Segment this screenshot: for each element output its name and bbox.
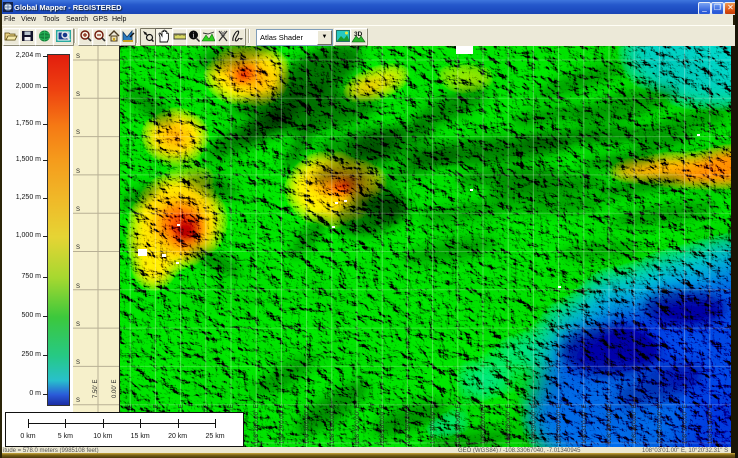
svg-text:108°29'0.00" E: 108°29'0.00" E <box>657 404 663 444</box>
svg-text:108°31'0.00" E: 108°31'0.00" E <box>708 404 714 444</box>
svg-text:0.00' E: 0.00' E <box>112 380 118 399</box>
svg-text:108°31'0.00" E: 108°31'0.00" E <box>330 404 336 444</box>
svg-text:108°32'0.00" E: 108°32'0.00" E <box>481 404 487 444</box>
svg-text:108°29'0.00" E: 108°29'0.00" E <box>531 404 537 444</box>
svg-text:108°29'0.00" E: 108°29'0.00" E <box>279 404 285 444</box>
svg-text:S: S <box>76 360 80 366</box>
svg-text:108°32'0.00" E: 108°32'0.00" E <box>355 404 361 444</box>
svg-text:108°30'0.00" E: 108°30'0.00" E <box>683 404 689 444</box>
svg-text:108°32'0.00" E: 108°32'0.00" E <box>607 404 613 444</box>
svg-text:S: S <box>76 92 80 98</box>
svg-text:S: S <box>76 54 80 60</box>
svg-text:S: S <box>76 169 80 175</box>
svg-text:108°28'0.00" E: 108°28'0.00" E <box>254 404 260 444</box>
svg-text:108°31'0.00" E: 108°31'0.00" E <box>456 404 462 444</box>
svg-text:S: S <box>76 398 80 404</box>
svg-text:7.50' E: 7.50' E <box>93 380 99 399</box>
svg-text:S: S <box>76 284 80 290</box>
svg-text:108°30'0.00" E: 108°30'0.00" E <box>431 404 437 444</box>
svg-text:i: i <box>193 32 195 40</box>
svg-text:S: S <box>76 322 80 328</box>
svg-text:108°28'0.00" E: 108°28'0.00" E <box>506 404 512 444</box>
svg-text:108°31'0.00" E: 108°31'0.00" E <box>582 404 588 444</box>
svg-text:108°30'0.00" E: 108°30'0.00" E <box>305 404 311 444</box>
svg-text:S: S <box>76 207 80 213</box>
svg-text:108°29'0.00" E: 108°29'0.00" E <box>405 404 411 444</box>
svg-text:S: S <box>76 245 80 251</box>
svg-text:108°28'0.00" E: 108°28'0.00" E <box>380 404 386 444</box>
svg-text:S: S <box>76 130 80 136</box>
svg-text:108°28'0.00" E: 108°28'0.00" E <box>632 404 638 444</box>
svg-text:108°30'0.00" E: 108°30'0.00" E <box>557 404 563 444</box>
